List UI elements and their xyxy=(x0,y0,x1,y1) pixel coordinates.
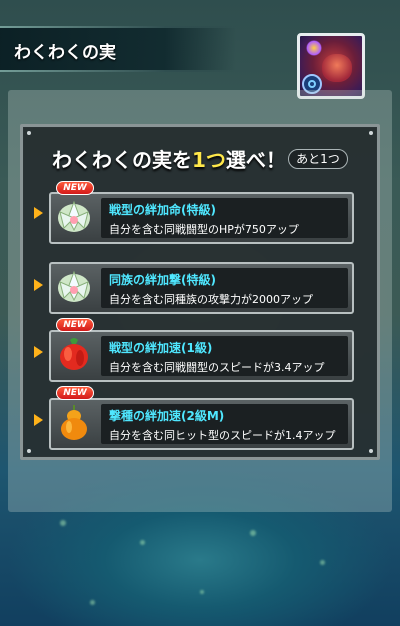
panel-corner-dot xyxy=(369,131,373,135)
remaining-count-badge: あと1つ xyxy=(288,149,348,169)
new-badge: NEW xyxy=(56,386,94,400)
forest-glow xyxy=(320,560,325,565)
option-description: 自分を含む同種族の攻撃力が2000アップ xyxy=(109,293,313,306)
option-description: 自分を含む同ヒット型のスピードが1.4アップ xyxy=(109,429,336,442)
panel-corner-dot xyxy=(27,449,31,453)
option-card-4[interactable]: 撃種の絆加速(2級M) 自分を含む同ヒット型のスピードが1.4アップ xyxy=(49,398,354,450)
header-bar: わくわくの実 xyxy=(0,26,236,72)
option-name: 戦型の絆加命(特級) xyxy=(109,203,216,217)
select-arrow-icon xyxy=(34,414,43,426)
panel-corner-dot xyxy=(27,131,31,135)
new-badge: NEW xyxy=(56,181,94,195)
prompt-count: 1つ xyxy=(192,148,226,172)
forest-glow xyxy=(60,520,66,526)
option-card-1[interactable]: 戦型の絆加命(特級) 自分を含む同戦闘型のHPが750アップ xyxy=(49,192,354,244)
prompt-verb: 選べ！ xyxy=(225,148,286,172)
page-title: わくわくの実 xyxy=(14,43,116,63)
panel-corner-dot xyxy=(369,449,373,453)
select-arrow-icon xyxy=(34,279,43,291)
option-description: 自分を含む同戦闘型のHPが750アップ xyxy=(109,223,299,236)
forest-glow xyxy=(140,540,145,545)
option-description: 自分を含む同戦闘型のスピードが3.4アップ xyxy=(109,361,325,374)
option-name: 同族の絆加撃(特級) xyxy=(109,273,216,287)
select-arrow-icon xyxy=(34,346,43,358)
white-lotus-fruit-icon xyxy=(58,200,90,232)
option-name: 撃種の絆加速(2級M) xyxy=(109,409,225,423)
forest-glow xyxy=(200,590,204,594)
option-card-2[interactable]: 同族の絆加撃(特級) 自分を含む同種族の攻撃力が2000アップ xyxy=(49,262,354,314)
prompt-text: わくわくの実を xyxy=(52,148,192,172)
new-badge: NEW xyxy=(56,318,94,332)
dialog-prompt: わくわくの実を1つ選べ！ xyxy=(52,144,286,173)
sparkle-icon xyxy=(306,40,322,56)
orange-gourd-fruit-icon xyxy=(61,405,87,440)
red-pepper-fruit-icon xyxy=(60,338,88,370)
forest-glow xyxy=(90,600,95,605)
monster-portrait xyxy=(322,54,352,82)
select-arrow-icon xyxy=(34,207,43,219)
forest-glow xyxy=(250,530,256,536)
option-card-3[interactable]: 戦型の絆加速(1級) 自分を含む同戦闘型のスピードが3.4アップ xyxy=(49,330,354,382)
option-name: 戦型の絆加速(1級) xyxy=(109,341,213,355)
white-lotus-fruit-icon xyxy=(58,270,90,302)
